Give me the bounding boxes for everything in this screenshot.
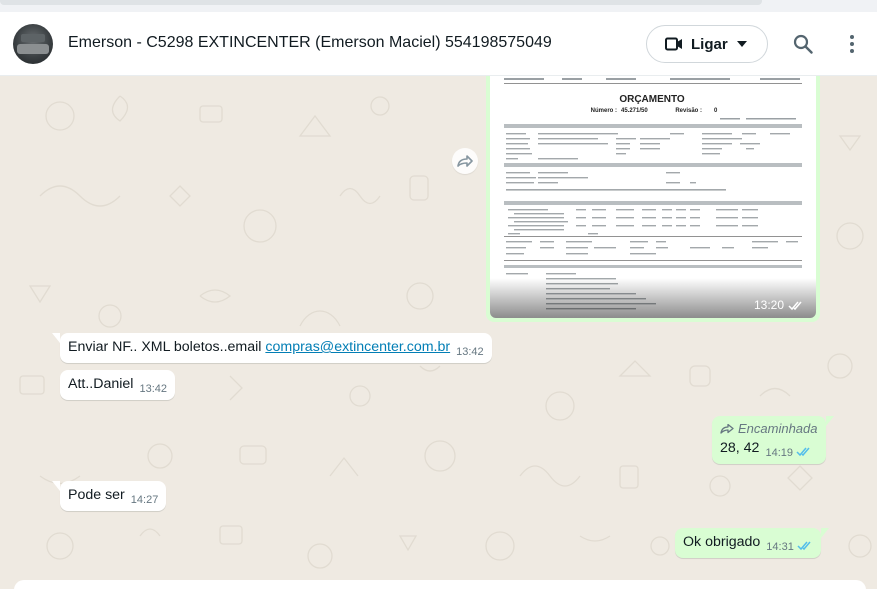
- forwarded-label: Encaminhada: [720, 421, 818, 436]
- message-text: Pode ser: [68, 487, 125, 503]
- message-text: Att..Daniel: [68, 376, 134, 392]
- horizontal-scrollbar[interactable]: [0, 0, 762, 5]
- message-time: 14:19: [765, 447, 793, 459]
- forwarded-icon: [720, 423, 734, 434]
- chevron-down-icon: [737, 41, 747, 47]
- message-time: 14:27: [130, 494, 159, 506]
- image-message-meta: 13:20: [754, 298, 804, 312]
- message-time: 13:42: [139, 383, 167, 395]
- incoming-message[interactable]: Pode ser 14:27: [52, 481, 167, 511]
- outgoing-message[interactable]: Encaminhada 28, 42 14:19: [712, 416, 834, 464]
- chat-header: Emerson - C5298 EXTINCENTER (Emerson Mac…: [0, 12, 877, 76]
- message-text: 28, 42: [720, 440, 760, 456]
- outgoing-message[interactable]: Ok obrigado 14:31: [675, 528, 829, 558]
- message-text: Enviar NF.. XML boletos..email: [68, 339, 266, 355]
- call-button-label: Ligar: [691, 36, 728, 53]
- message-list[interactable]: ORÇAMENTO Número : 45.271/50 Revisão : 0: [0, 76, 877, 589]
- document-revisao-label: Revisão :: [675, 108, 702, 114]
- avatar[interactable]: [13, 24, 53, 64]
- image-message[interactable]: ORÇAMENTO Número : 45.271/50 Revisão : 0: [486, 76, 820, 322]
- search-icon[interactable]: [793, 34, 813, 54]
- quotation-document-image[interactable]: ORÇAMENTO Número : 45.271/50 Revisão : 0: [490, 76, 816, 318]
- document-numero: 45.271/50: [621, 108, 648, 114]
- forwarded-text: Encaminhada: [738, 421, 818, 436]
- message-time: 14:31: [766, 541, 794, 553]
- chat-title[interactable]: Emerson - C5298 EXTINCENTER (Emerson Mac…: [68, 34, 552, 52]
- read-receipt-icon: [797, 541, 811, 550]
- bubble-tail: [52, 481, 60, 491]
- window-top-strip: [0, 0, 877, 12]
- message-text: Ok obrigado: [683, 534, 761, 550]
- email-link[interactable]: compras@extincenter.com.br: [265, 339, 450, 355]
- bubble-tail: [820, 528, 829, 538]
- more-options-icon[interactable]: [843, 34, 861, 54]
- forward-icon: [457, 155, 473, 167]
- document-revisao: 0: [714, 108, 718, 114]
- incoming-message[interactable]: Att..Daniel 13:42: [60, 370, 175, 400]
- read-receipt-icon: [788, 301, 802, 310]
- message-composer[interactable]: [14, 580, 866, 589]
- document-numero-label: Número :: [591, 108, 617, 114]
- bubble-tail: [825, 416, 834, 426]
- image-message-time: 13:20: [753, 298, 784, 312]
- document-title: ORÇAMENTO: [619, 94, 685, 105]
- video-camera-icon: [665, 37, 682, 51]
- incoming-message[interactable]: Enviar NF.. XML boletos..email compras@e…: [52, 333, 492, 363]
- read-receipt-icon: [796, 447, 810, 456]
- message-time: 13:42: [456, 346, 484, 358]
- call-button[interactable]: Ligar: [646, 25, 768, 63]
- forward-message-button[interactable]: [452, 148, 478, 174]
- bubble-tail: [52, 333, 60, 343]
